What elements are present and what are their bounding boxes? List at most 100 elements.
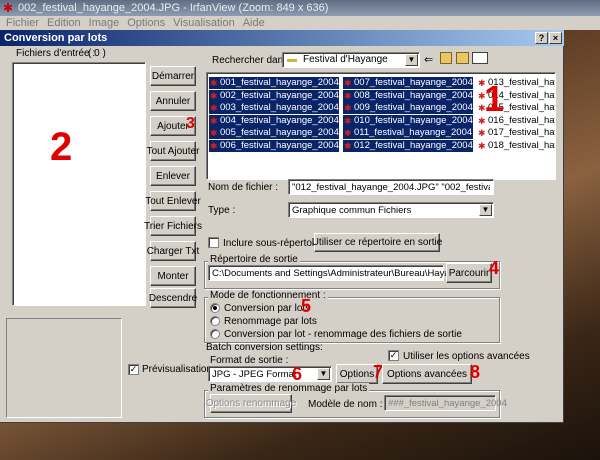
rename-params-label: Paramètres de renommage par lots (208, 383, 370, 394)
irfanview-file-icon: ✱ (344, 140, 352, 151)
preview-pane (6, 318, 122, 418)
new-folder-icon[interactable] (456, 52, 469, 64)
annotation-1: 1 (484, 78, 505, 119)
annotation-3: 3 (186, 115, 195, 132)
remove-button[interactable]: Enlever (150, 166, 196, 186)
file-name: 010_festival_hayange_2004.JPG (354, 114, 494, 126)
irfanview-file-icon: ✱ (344, 103, 352, 113)
chevron-down-icon[interactable]: ▼ (479, 204, 492, 216)
irfanview-file-icon: ✱ (210, 140, 218, 151)
file-list-item[interactable]: ✱ 010_festival_hayange_2004.JPG (343, 114, 494, 127)
file-name: 004_festival_hayange_2004.JPG (220, 114, 360, 126)
file-name: 017_festival_hayange_ (488, 127, 555, 138)
close-button[interactable]: × (549, 32, 562, 44)
file-list-item[interactable]: ✱ 008_festival_hayange_2004.JPG (343, 89, 494, 102)
model-name-value: ###_festival_hayange_2004 (388, 398, 507, 409)
options-button[interactable]: Options (336, 364, 378, 384)
move-up-button[interactable]: Monter (150, 266, 196, 286)
type-value: Graphique commun Fichiers (292, 205, 412, 216)
annotation-2: 2 (50, 125, 73, 169)
file-list-item[interactable]: ✱017_festival_hayange_ (477, 127, 555, 139)
remove-all-button[interactable]: Tout Enlever (145, 191, 201, 211)
irfanview-file-icon: ✱ (210, 103, 218, 113)
irfanview-icon: ✱ (3, 1, 14, 15)
irfanview-file-icon: ✱ (210, 115, 218, 126)
irfanview-file-icon: ✱ (344, 115, 352, 126)
file-name: 003_festival_hayange_2004.JPG (220, 102, 360, 113)
dialog-title-bar: Conversion par lots (0, 30, 564, 46)
help-button[interactable]: ? (535, 32, 548, 44)
chevron-down-icon[interactable]: ▼ (317, 368, 330, 380)
start-button[interactable]: Démarrer (150, 66, 196, 86)
use-advanced-checkbox[interactable]: ✓ (388, 350, 399, 361)
sort-files-button[interactable]: Trier Fichiers (144, 216, 202, 236)
file-name: 009_festival_hayange_2004.JPG (354, 102, 494, 113)
annotation-4: 4 (489, 258, 500, 278)
file-list-item[interactable]: ✱ 006_festival_hayange_2004.JPG (209, 139, 360, 152)
file-name: 001_festival_hayange_2004.JPG (220, 77, 360, 88)
type-combo[interactable]: Graphique commun Fichiers ▼ (288, 202, 494, 218)
file-name: 007_festival_hayange_2004.JPG (354, 77, 494, 88)
advanced-options-button[interactable]: Options avancées (382, 364, 472, 384)
view-menu-icon[interactable] (472, 52, 488, 64)
mode-convert-rename-radio[interactable] (210, 329, 220, 339)
menu-visualisation[interactable]: Visualisation (173, 17, 235, 29)
irfanview-file-icon: ✱ (344, 78, 352, 88)
chevron-down-icon[interactable]: ▼ (405, 54, 418, 66)
file-list-item[interactable]: ✱018_festival_hayange_ (477, 140, 555, 152)
model-name-input[interactable]: ###_festival_hayange_2004 (384, 395, 507, 411)
output-dir-value: C:\Documents and Settings\Administrateur… (212, 268, 469, 279)
output-format-label: Format de sortie : (210, 355, 289, 366)
menu-edition[interactable]: Edition (47, 17, 81, 29)
cancel-button[interactable]: Annuler (150, 91, 196, 111)
file-list-item[interactable]: ✱ 003_festival_hayange_2004.JPG (209, 102, 360, 114)
mode-batch-convert-label: Conversion par lots (224, 303, 311, 314)
file-name: 008_festival_hayange_2004.JPG (354, 89, 494, 101)
batch-settings-label: Batch conversion settings: (206, 342, 323, 353)
use-advanced-label: Utiliser les options avancées (403, 351, 530, 362)
browse-button[interactable]: Parcourir (446, 263, 492, 283)
back-arrow-icon[interactable]: ⇐ (424, 53, 433, 66)
folder-icon: ▬ (287, 54, 297, 65)
menu-fichier[interactable]: Fichier (6, 17, 39, 29)
mode-batch-convert-radio[interactable] (210, 303, 220, 313)
move-down-button[interactable]: Descendre (149, 288, 197, 308)
input-files-count: ( 0 ) (88, 48, 106, 59)
irfanview-file-icon: ✱ (344, 90, 352, 101)
file-list-item[interactable]: ✱ 001_festival_hayange_2004.JPG (209, 77, 360, 89)
filename-label: Nom de fichier : (208, 182, 279, 193)
file-list-item[interactable]: ✱ 009_festival_hayange_2004.JPG (343, 102, 494, 114)
rename-options-button[interactable]: Options renommage (206, 394, 296, 413)
output-format-combo[interactable]: JPG - JPEG Format ▼ (208, 366, 332, 382)
output-format-value: JPG - JPEG Format (212, 369, 297, 380)
preview-checkbox[interactable]: ✓ (128, 364, 139, 375)
output-dir-input[interactable]: C:\Documents and Settings\Administrateur… (208, 265, 468, 281)
parent-folder-icon[interactable] (440, 52, 452, 64)
irfanview-file-icon: ✱ (210, 128, 218, 138)
mode-batch-rename-radio[interactable] (210, 316, 220, 326)
file-name: 011_festival_hayange_2004.JPG (354, 127, 494, 138)
file-name: 002_festival_hayange_2004.JPG (220, 89, 360, 101)
irfanview-file-icon: ✱ (478, 140, 486, 151)
load-txt-button[interactable]: Charger Txt (147, 241, 199, 261)
menu-aide[interactable]: Aide (243, 17, 265, 29)
file-list-item[interactable]: ✱ 002_festival_hayange_2004.JPG (209, 89, 360, 102)
search-in-combo[interactable]: ▬ Festival d'Hayange ▼ (282, 52, 420, 68)
menu-image[interactable]: Image (89, 17, 120, 29)
filename-input[interactable]: "012_festival_hayange_2004.JPG" "002_fes… (288, 179, 494, 195)
model-name-label: Modèle de nom : (308, 399, 383, 410)
input-file-list[interactable] (12, 62, 146, 306)
irfanview-file-icon: ✱ (478, 128, 486, 138)
menu-options[interactable]: Options (127, 17, 165, 29)
file-list-item[interactable]: ✱ 012_festival_hayange_2004.JPG (343, 139, 494, 152)
use-dir-output-button[interactable]: Utiliser ce répertoire en sortie (312, 233, 442, 252)
file-list-item[interactable]: ✱ 007_festival_hayange_2004.JPG (343, 77, 494, 89)
file-list-item[interactable]: ✱ 011_festival_hayange_2004.JPG (343, 127, 493, 139)
annotation-8: 8 (470, 362, 481, 382)
file-list-item[interactable]: ✱ 005_festival_hayange_2004.JPG (209, 127, 360, 139)
mode-convert-rename-label: Conversion par lot - renommage des fichi… (224, 329, 462, 340)
annotation-5: 5 (301, 296, 312, 316)
file-list-item[interactable]: ✱ 004_festival_hayange_2004.JPG (209, 114, 360, 127)
include-subdirs-checkbox[interactable] (208, 237, 219, 248)
add-all-button[interactable]: Tout Ajouter (147, 141, 199, 161)
